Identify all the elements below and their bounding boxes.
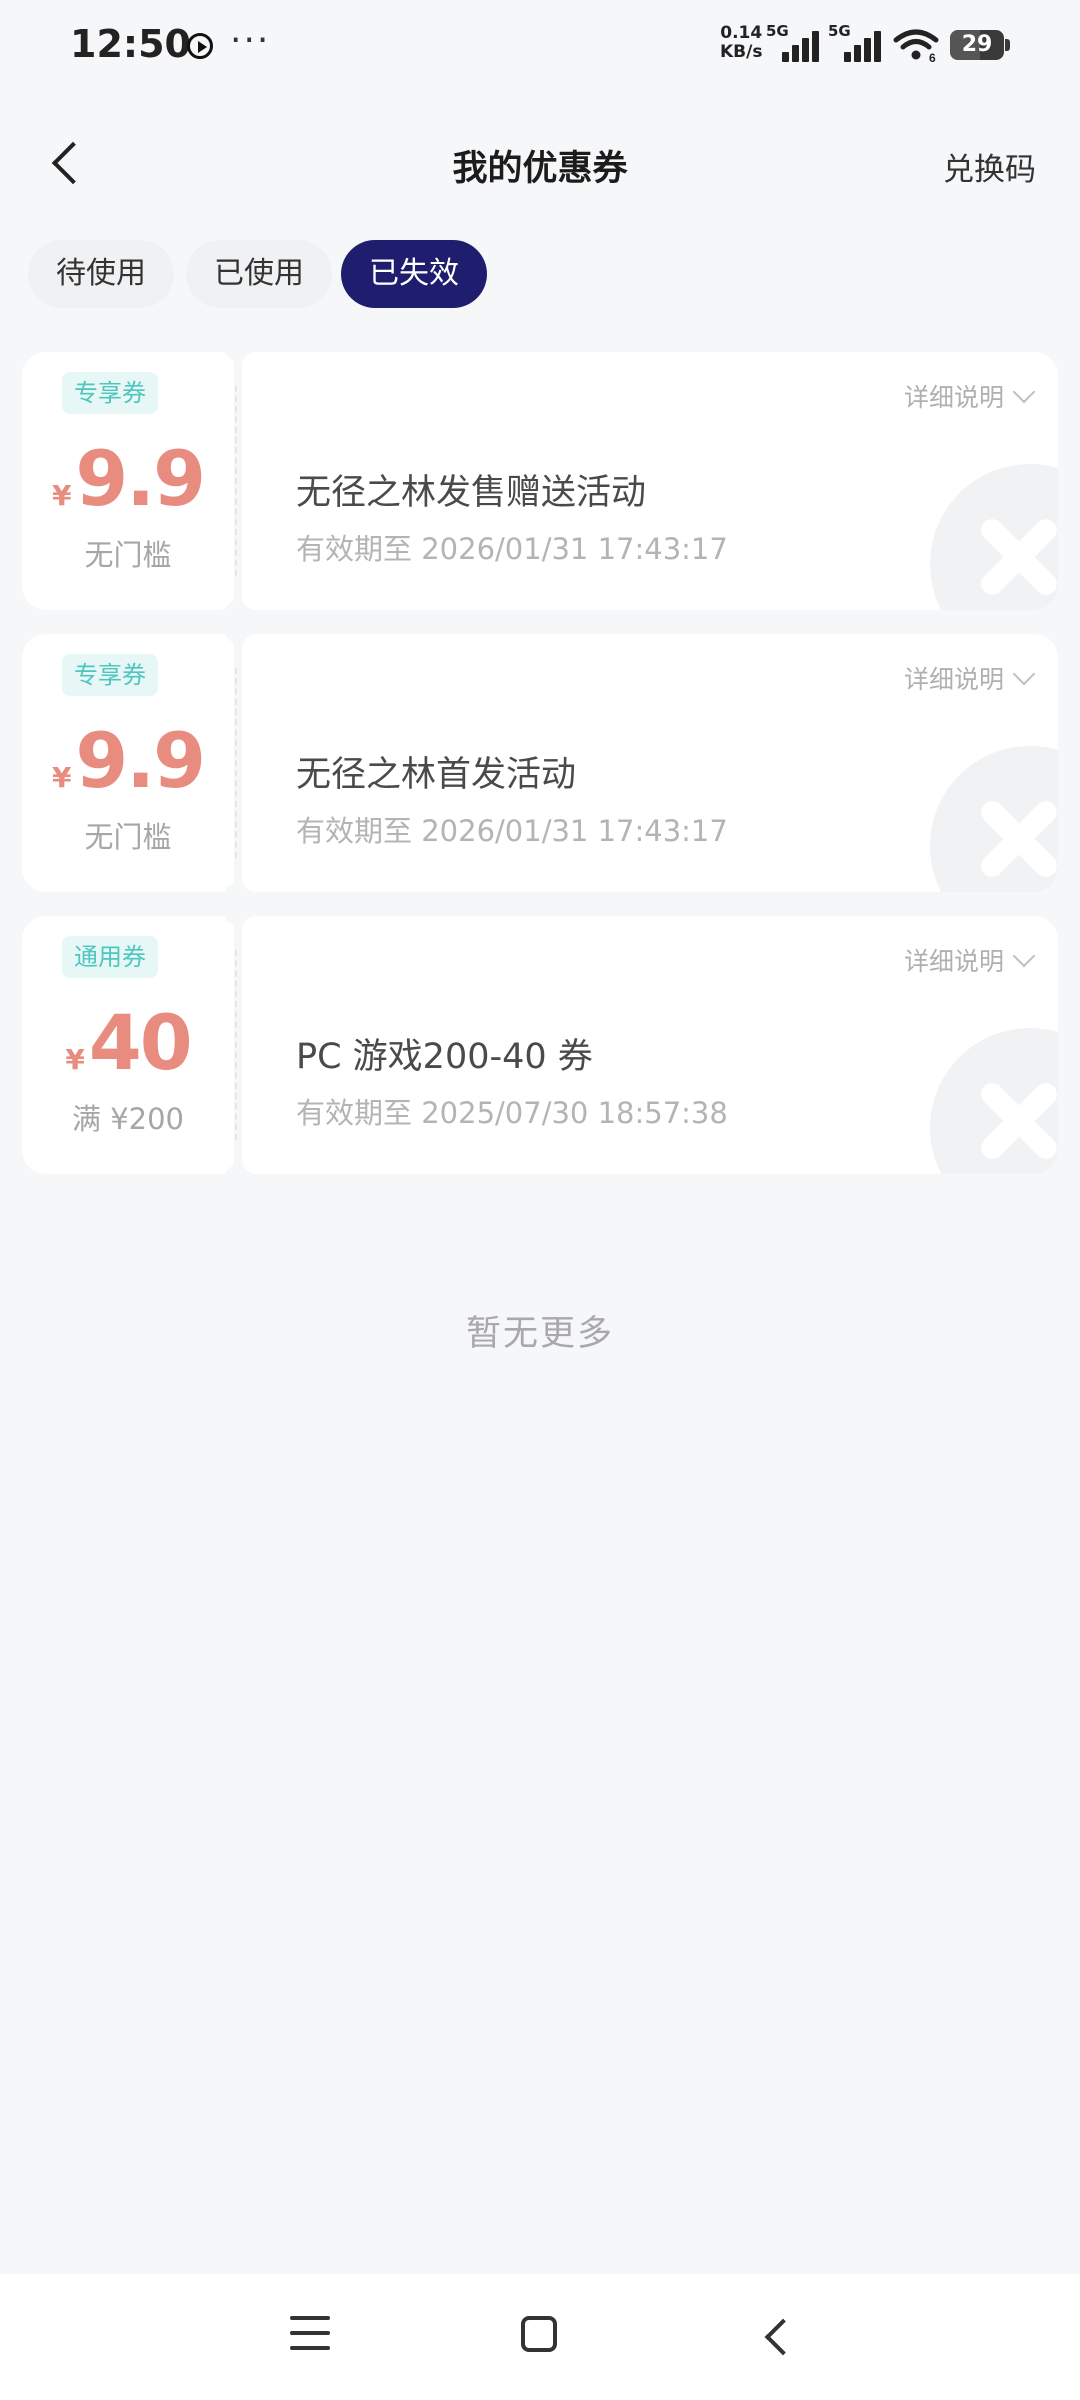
coupon-price: ¥9.9 (22, 434, 234, 523)
coupon-condition: 无门槛 (84, 820, 172, 854)
expired-x-icon (930, 1028, 1058, 1174)
redeem-code-button[interactable]: 兑换码 (943, 144, 1036, 189)
coupon-condition: 无门槛 (84, 538, 172, 572)
coupon-detail-label: 详细说明 (903, 947, 1004, 976)
coupon-card[interactable]: 专享券 ¥9.9 无门槛 详细说明 无径之林首发活动 有效期至 2026/01/… (22, 625, 1058, 901)
system-back-icon[interactable] (756, 2316, 796, 2356)
coupon-badge: 通用券 (62, 936, 158, 978)
coupon-badge: 专享券 (62, 654, 158, 696)
network-speed-value: 0.14 (720, 23, 763, 43)
more-notifications-icon: ··· (230, 20, 271, 61)
coupon-card[interactable]: 通用券 ¥40 满 ¥200 详细说明 PC 游戏200-40 券 有效期至 2… (22, 907, 1058, 1183)
page-title: 我的优惠券 (452, 149, 628, 189)
coupon-amount: 40 (88, 998, 193, 1087)
coupon-detail-label: 详细说明 (903, 383, 1004, 412)
coupon-divider (235, 950, 237, 1140)
no-more-text: 暂无更多 (465, 1314, 614, 1354)
coupon-detail-toggle[interactable]: 详细说明 (903, 660, 1036, 696)
network-speed-unit: KB/s (720, 42, 763, 62)
coupon-value-panel: 专享券 ¥9.9 无门槛 (22, 352, 234, 610)
coupon-badge: 专享券 (62, 372, 158, 414)
signal-2-icon (844, 30, 884, 62)
video-app-icon (187, 33, 213, 59)
status-time: 12:50 (70, 22, 191, 66)
network-speed: 0.14 KB/s (720, 24, 762, 62)
expired-x-icon (930, 464, 1058, 610)
currency-symbol: ¥ (51, 479, 72, 512)
chevron-down-icon (1012, 944, 1036, 968)
coupon-info-panel: 详细说明 无径之林首发活动 有效期至 2026/01/31 17:43:17 (242, 634, 1058, 892)
wifi-icon: 6 (893, 29, 939, 62)
header: 我的优惠券 兑换码 (0, 120, 1080, 210)
coupon-info-panel: 详细说明 PC 游戏200-40 券 有效期至 2025/07/30 18:57… (242, 916, 1058, 1174)
coupon-detail-toggle[interactable]: 详细说明 (903, 942, 1036, 978)
coupon-divider (235, 386, 237, 576)
coupon-detail-label: 详细说明 (903, 665, 1004, 694)
coupon-condition: 满 ¥200 (71, 1102, 185, 1136)
tab-used[interactable]: 已使用 (186, 240, 332, 308)
currency-symbol: ¥ (65, 1043, 85, 1076)
tab-unused[interactable]: 待使用 (28, 240, 174, 308)
battery-level: 29 (961, 32, 993, 57)
currency-symbol: ¥ (51, 761, 72, 794)
status-bar: 12:50 ··· 0.14 KB/s 5G 5G 6 29 (0, 0, 1080, 95)
coupon-expiry: 有效期至 2025/07/30 18:57:38 (296, 1096, 728, 1130)
chevron-down-icon (1012, 380, 1036, 404)
menu-icon[interactable] (290, 2316, 330, 2352)
wifi-sub-label: 6 (929, 51, 936, 62)
coupon-price: ¥40 (22, 998, 234, 1087)
coupon-expiry: 有效期至 2026/01/31 17:43:17 (296, 814, 728, 848)
system-nav-bar (0, 2274, 1080, 2400)
signal-1-icon (782, 30, 822, 62)
coupon-title: 无径之林首发活动 (296, 755, 577, 795)
coupon-amount: 9.9 (75, 716, 206, 805)
battery-icon: 29 (950, 30, 1010, 60)
coupon-detail-toggle[interactable]: 详细说明 (903, 378, 1036, 414)
coupon-info-panel: 详细说明 无径之林发售赠送活动 有效期至 2026/01/31 17:43:17 (242, 352, 1058, 610)
coupon-value-panel: 通用券 ¥40 满 ¥200 (22, 916, 234, 1174)
coupon-price: ¥9.9 (22, 716, 234, 805)
coupon-value-panel: 专享券 ¥9.9 无门槛 (22, 634, 234, 892)
coupon-expiry: 有效期至 2026/01/31 17:43:17 (296, 532, 728, 566)
coupon-title: PC 游戏200-40 券 (296, 1037, 593, 1077)
coupon-divider (235, 668, 237, 858)
home-icon[interactable] (521, 2316, 557, 2352)
tab-expired[interactable]: 已失效 (341, 240, 487, 308)
coupon-card[interactable]: 专享券 ¥9.9 无门槛 详细说明 无径之林发售赠送活动 有效期至 2026/0… (22, 343, 1058, 619)
coupon-amount: 9.9 (75, 434, 206, 523)
coupon-title: 无径之林发售赠送活动 (296, 473, 647, 513)
expired-x-icon (930, 746, 1058, 892)
chevron-down-icon (1012, 662, 1036, 686)
